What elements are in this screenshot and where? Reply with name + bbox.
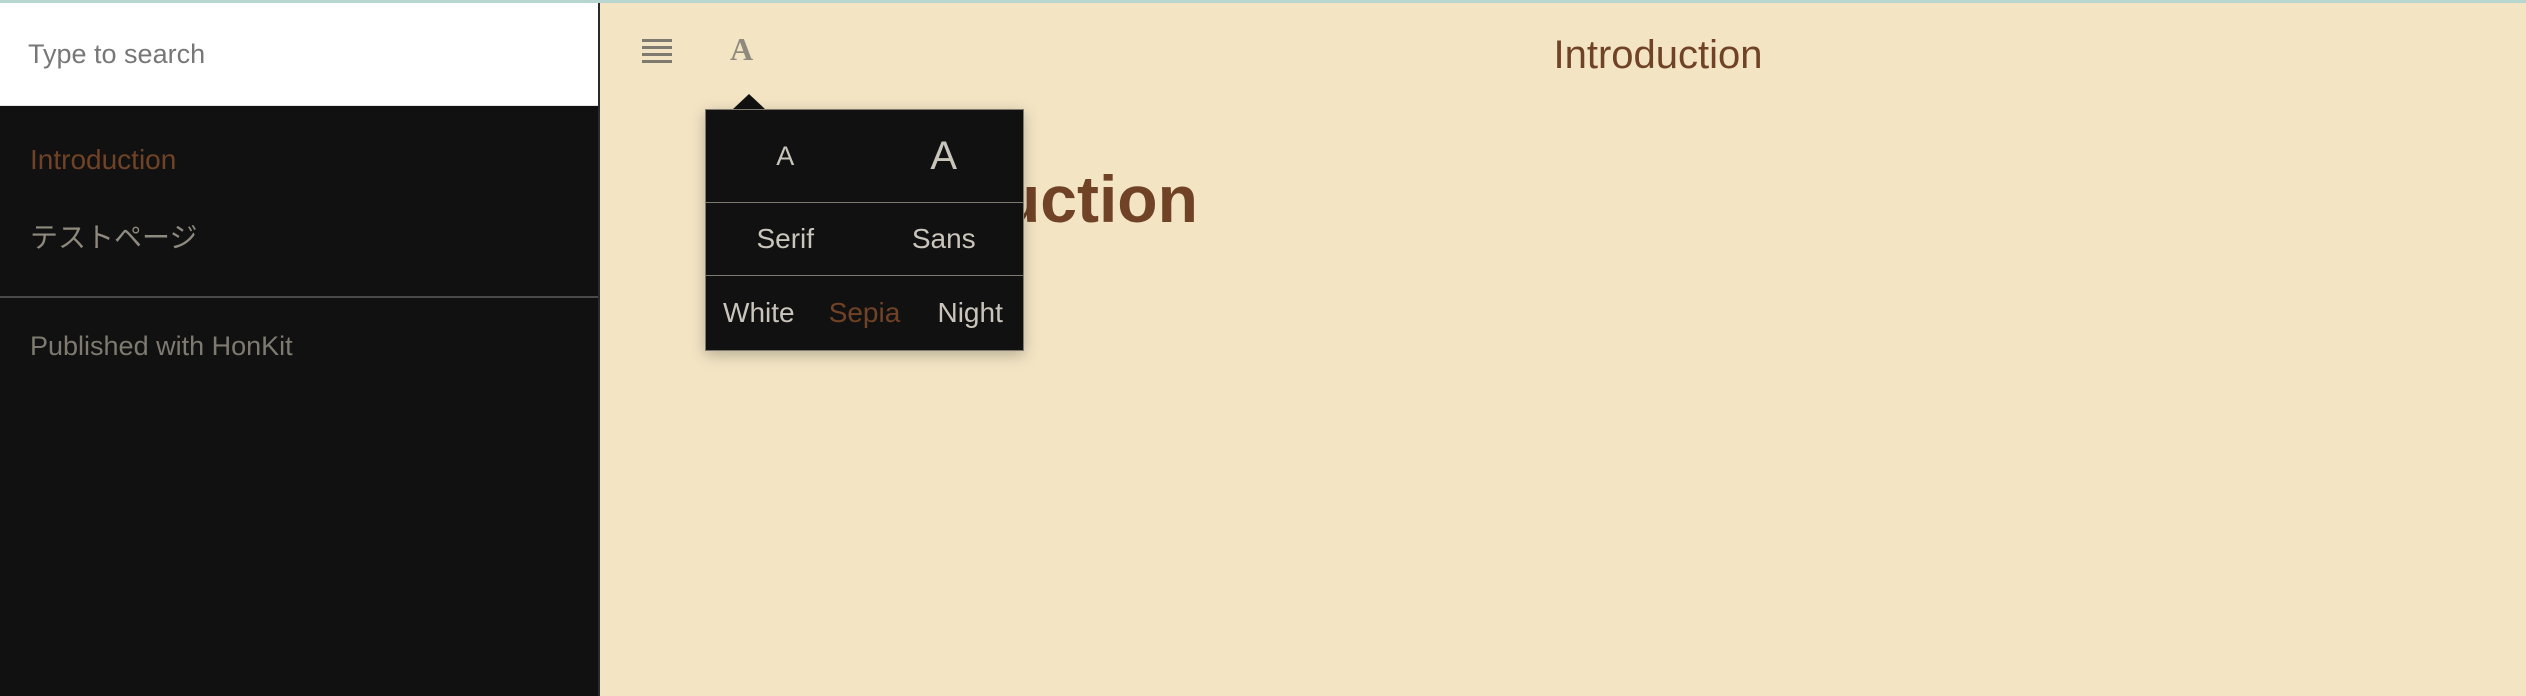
search-box [0, 3, 598, 106]
font-size-increase-button[interactable]: A [865, 110, 1024, 202]
font-size-row: A A [706, 110, 1023, 203]
theme-night-button[interactable]: Night [917, 275, 1023, 350]
published-with-honkit-link[interactable]: Published with HonKit [30, 331, 293, 362]
font-family-serif-button[interactable]: Serif [706, 202, 865, 275]
font-family-sans-button[interactable]: Sans [865, 202, 1024, 275]
theme-row: White Sepia Night [706, 275, 1023, 350]
sidebar: Introduction テストページ Published with HonKi… [0, 3, 598, 696]
dropdown-caret [732, 94, 766, 110]
search-input[interactable] [0, 3, 598, 105]
font-family-row: Serif Sans [706, 202, 1023, 276]
theme-sepia-button[interactable]: Sepia [812, 275, 918, 350]
table-of-contents: Introduction テストページ [0, 121, 598, 277]
sidebar-item-test-page[interactable]: テストページ [0, 199, 598, 277]
font-settings-dropdown: A A Serif Sans White Sepia Night [705, 109, 1024, 351]
page-title: Introduction [1553, 33, 1763, 77]
sidebar-divider [0, 296, 598, 298]
font-size-decrease-button[interactable]: A [706, 110, 865, 202]
sidebar-item-introduction[interactable]: Introduction [0, 121, 598, 199]
theme-white-button[interactable]: White [706, 275, 812, 350]
